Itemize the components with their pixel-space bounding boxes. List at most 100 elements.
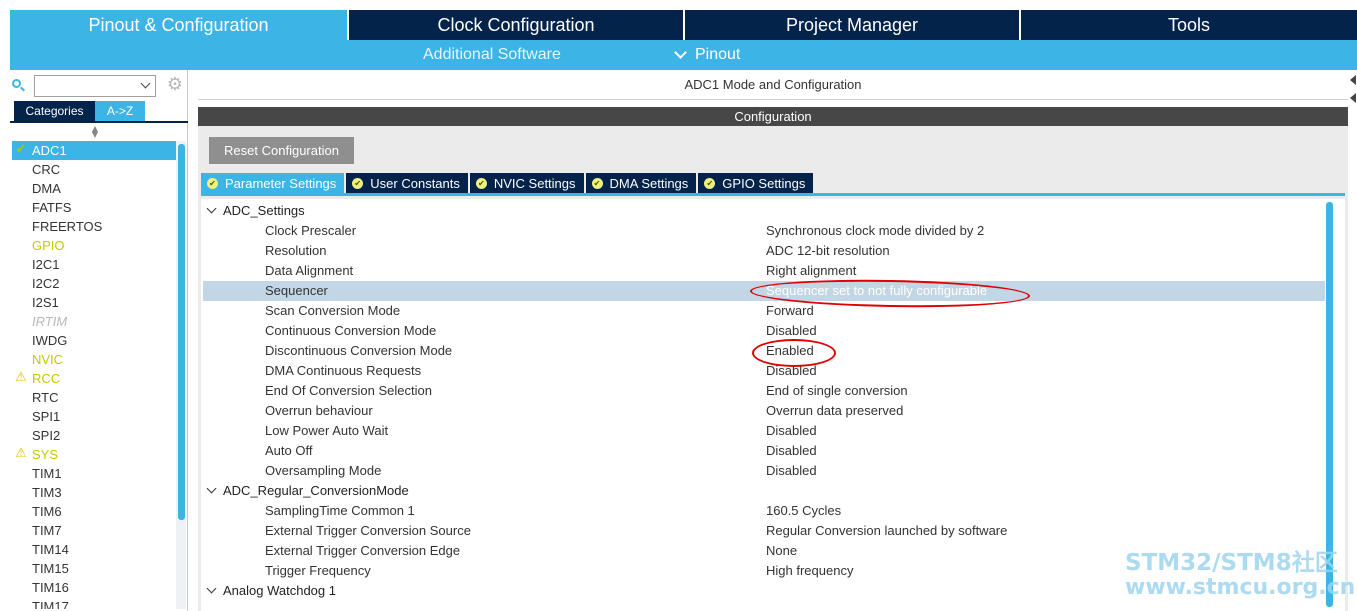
search-combobox[interactable] xyxy=(34,75,156,97)
peripheral-item-iwdg[interactable]: IWDG xyxy=(12,331,178,350)
peripheral-item-adc1[interactable]: ✔ ADC1 xyxy=(12,141,178,160)
parameter-row-external-trigger-conversion-source[interactable]: External Trigger Conversion Source Regula… xyxy=(201,521,1323,541)
parameter-value[interactable]: ADC 12-bit resolution xyxy=(766,241,890,261)
peripheral-item-tim3[interactable]: TIM3 xyxy=(12,483,178,502)
peripheral-item-tim1[interactable]: TIM1 xyxy=(12,464,178,483)
scrollbar-thumb[interactable] xyxy=(178,144,185,520)
additional-software-menu[interactable]: Additional Software xyxy=(423,40,561,70)
sort-icon[interactable]: ▲ ▼ xyxy=(90,125,100,139)
parameter-value[interactable]: Disabled xyxy=(766,421,817,441)
reset-configuration-button[interactable]: Reset Configuration xyxy=(209,137,354,164)
warning-icon: ⚠ xyxy=(15,370,27,385)
panel-collapse-arrows[interactable] xyxy=(1349,72,1357,103)
tab-clock-configuration[interactable]: Clock Configuration xyxy=(349,10,685,40)
parameter-value[interactable]: Synchronous clock mode divided by 2 xyxy=(766,221,984,241)
parameter-value[interactable]: Forward xyxy=(766,301,814,321)
peripheral-item-sys[interactable]: ⚠ SYS xyxy=(12,445,178,464)
collapse-left-icon[interactable] xyxy=(1350,93,1356,103)
parameter-value[interactable]: None xyxy=(766,541,797,561)
tab-gpio-settings[interactable]: ✔ GPIO Settings xyxy=(698,173,816,193)
peripheral-item-label: TIM17 xyxy=(32,599,69,609)
peripheral-item-tim14[interactable]: TIM14 xyxy=(12,540,178,559)
collapse-left-icon[interactable] xyxy=(1350,75,1356,85)
peripheral-item-label: FREERTOS xyxy=(32,219,103,234)
peripheral-item-rtc[interactable]: RTC xyxy=(12,388,178,407)
parameter-value[interactable]: Sequencer set to not fully configurable xyxy=(766,281,987,301)
gear-icon[interactable]: ⚙ xyxy=(166,76,184,94)
group-analog-watchdog-1[interactable]: Analog Watchdog 1 xyxy=(201,581,336,601)
parameter-row-low-power-auto-wait[interactable]: Low Power Auto Wait Disabled xyxy=(201,421,1323,441)
parameter-row-end-of-conversion-selection[interactable]: End Of Conversion Selection End of single… xyxy=(201,381,1323,401)
parameter-row-trigger-frequency[interactable]: Trigger Frequency High frequency xyxy=(201,561,1323,581)
pinout-menu[interactable]: Pinout xyxy=(674,40,740,70)
pinout-menu-label: Pinout xyxy=(695,46,741,63)
parameter-value[interactable]: Disabled xyxy=(766,441,817,461)
chevron-down-icon[interactable] xyxy=(140,78,151,89)
parameter-value[interactable]: High frequency xyxy=(766,561,853,581)
parameter-value[interactable]: Regular Conversion launched by software xyxy=(766,521,1007,541)
search-input[interactable] xyxy=(35,76,135,96)
peripheral-item-tim6[interactable]: TIM6 xyxy=(12,502,178,521)
tab-nvic-settings[interactable]: ✔ NVIC Settings xyxy=(469,173,586,193)
peripheral-item-spi2[interactable]: SPI2 xyxy=(12,426,178,445)
peripheral-item-dma[interactable]: DMA xyxy=(12,179,178,198)
peripheral-item-gpio[interactable]: GPIO xyxy=(12,236,178,255)
scrollbar-thumb[interactable] xyxy=(1326,202,1333,607)
checkmark-icon: ✔ xyxy=(591,177,603,189)
peripheral-item-tim17[interactable]: TIM17 xyxy=(12,597,178,609)
peripheral-item-i2c2[interactable]: I2C2 xyxy=(12,274,178,293)
parameter-row-clock-prescaler[interactable]: Clock Prescaler Synchronous clock mode di… xyxy=(201,221,1323,241)
tab-categories[interactable]: Categories xyxy=(14,101,95,121)
peripheral-item-i2s1[interactable]: I2S1 xyxy=(12,293,178,312)
peripheral-item-irtim[interactable]: IRTIM xyxy=(12,312,178,331)
tab-divider xyxy=(10,121,188,123)
parameter-row-discontinuous-conversion-mode[interactable]: Discontinuous Conversion Mode Enabled xyxy=(201,341,1323,361)
group-adc-settings[interactable]: ADC_Settings xyxy=(201,201,305,221)
parameter-row-auto-off[interactable]: Auto Off Disabled xyxy=(201,441,1323,461)
parameter-value[interactable]: 160.5 Cycles xyxy=(766,501,841,521)
tab-tools[interactable]: Tools xyxy=(1021,10,1357,40)
parameter-value[interactable]: Right alignment xyxy=(766,261,856,281)
peripheral-item-i2c1[interactable]: I2C1 xyxy=(12,255,178,274)
parameter-value[interactable]: End of single conversion xyxy=(766,381,908,401)
parameter-row-overrun-behaviour[interactable]: Overrun behaviour Overrun data preserved xyxy=(201,401,1323,421)
peripheral-item-nvic[interactable]: NVIC xyxy=(12,350,178,369)
parameter-row-external-trigger-conversion-edge[interactable]: External Trigger Conversion Edge None xyxy=(201,541,1323,561)
parameter-row-continuous-conversion-mode[interactable]: Continuous Conversion Mode Disabled xyxy=(201,321,1323,341)
parameter-row-resolution[interactable]: Resolution ADC 12-bit resolution xyxy=(201,241,1323,261)
tab-dma-settings[interactable]: ✔ DMA Settings xyxy=(585,173,699,193)
parameter-value[interactable]: Enabled xyxy=(766,341,814,361)
tab-a-to-z[interactable]: A->Z xyxy=(95,101,145,121)
group-adc-regular-conversion-mode[interactable]: ADC_Regular_ConversionMode xyxy=(201,481,409,501)
peripheral-item-label: TIM7 xyxy=(32,523,62,538)
tab-pinout-configuration[interactable]: Pinout & Configuration xyxy=(10,10,349,40)
chevron-down-icon xyxy=(206,583,217,594)
tab-user-constants[interactable]: ✔ User Constants xyxy=(346,173,470,193)
view-mode-tabs: Categories A->Z xyxy=(14,101,145,121)
parameter-value[interactable]: Disabled xyxy=(766,361,817,381)
peripheral-item-spi1[interactable]: SPI1 xyxy=(12,407,178,426)
peripheral-item-tim16[interactable]: TIM16 xyxy=(12,578,178,597)
group-label: Analog Watchdog 1 xyxy=(223,583,336,598)
parameter-row-sequencer[interactable]: Sequencer Sequencer set to not fully conf… xyxy=(203,281,1325,301)
peripheral-item-fatfs[interactable]: FATFS xyxy=(12,198,178,217)
peripheral-item-crc[interactable]: CRC xyxy=(12,160,178,179)
parameter-row-data-alignment[interactable]: Data Alignment Right alignment xyxy=(201,261,1323,281)
chevron-down-icon xyxy=(206,203,217,214)
parameter-row-dma-continuous-requests[interactable]: DMA Continuous Requests Disabled xyxy=(201,361,1323,381)
peripheral-item-tim7[interactable]: TIM7 xyxy=(12,521,178,540)
parameter-value[interactable]: Disabled xyxy=(766,321,817,341)
parameter-row-scan-conversion-mode[interactable]: Scan Conversion Mode Forward xyxy=(201,301,1323,321)
peripheral-item-label: I2C1 xyxy=(32,257,60,272)
tab-parameter-settings[interactable]: ✔ Parameter Settings xyxy=(201,173,347,193)
parameter-name: Low Power Auto Wait xyxy=(265,423,389,438)
peripheral-item-freertos[interactable]: FREERTOS xyxy=(12,217,178,236)
peripheral-item-tim15[interactable]: TIM15 xyxy=(12,559,178,578)
peripheral-item-label: CRC xyxy=(32,162,61,177)
parameter-row-oversampling-mode[interactable]: Oversampling Mode Disabled xyxy=(201,461,1323,481)
parameter-value[interactable]: Overrun data preserved xyxy=(766,401,903,421)
peripheral-item-rcc[interactable]: ⚠ RCC xyxy=(12,369,178,388)
tab-project-manager[interactable]: Project Manager xyxy=(685,10,1021,40)
parameter-value[interactable]: Disabled xyxy=(766,461,817,481)
parameter-row-samplingtime-common-1[interactable]: SamplingTime Common 1 160.5 Cycles xyxy=(201,501,1323,521)
